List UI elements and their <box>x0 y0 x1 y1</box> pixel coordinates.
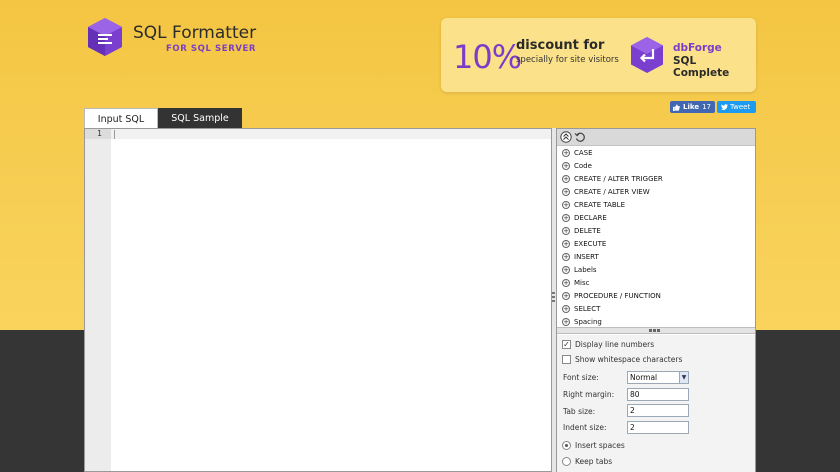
expand-icon[interactable]: + <box>562 252 570 261</box>
tree-item-create-table[interactable]: + CREATE TABLE <box>557 198 755 211</box>
promo-subline: specially for site visitors <box>516 55 619 65</box>
reset-icon[interactable] <box>574 131 586 143</box>
active-line-highlight <box>111 129 551 139</box>
text-caret <box>114 130 115 139</box>
show-whitespace-option[interactable]: Show whitespace characters <box>562 355 682 364</box>
sql-input-editor[interactable]: 1 <box>84 128 552 472</box>
expand-icon[interactable]: + <box>562 317 570 326</box>
expand-icon[interactable]: + <box>562 265 570 274</box>
tree-item-label: Spacing <box>574 317 602 326</box>
tab-input-sql[interactable]: Input SQL <box>84 108 158 129</box>
tree-item-label: INSERT <box>574 252 599 261</box>
expand-icon[interactable]: + <box>562 200 570 209</box>
tree-item-insert[interactable]: + INSERT <box>557 250 755 263</box>
tweet-button[interactable]: Tweet <box>717 101 756 113</box>
format-options-panel: + CASE + Code + CREATE / ALTER TRIGGER + CRE… <box>556 128 756 472</box>
like-label: Like <box>683 103 700 111</box>
tree-item-declare[interactable]: + DECLARE <box>557 211 755 224</box>
expand-icon[interactable]: + <box>562 161 570 170</box>
promo-product: SQL Complete <box>673 55 730 79</box>
tree-item-label: PROCEDURE / FUNCTION <box>574 291 661 300</box>
tab-size-input[interactable]: 2 <box>627 404 689 417</box>
promo-brand: dbForge <box>673 42 722 54</box>
dbforge-logo-icon <box>631 37 663 73</box>
tree-item-label: CREATE / ALTER TRIGGER <box>574 174 663 183</box>
expand-icon[interactable]: + <box>562 291 570 300</box>
line-number: 1 <box>85 129 111 139</box>
tree-item-label: Code <box>574 161 592 170</box>
tree-item-procedure-function[interactable]: + PROCEDURE / FUNCTION <box>557 289 755 302</box>
tree-item-delete[interactable]: + DELETE <box>557 224 755 237</box>
promo-percent: 10% <box>453 38 522 76</box>
logo-title: SQL Formatter <box>133 23 257 43</box>
insert-spaces-label: Insert spaces <box>575 441 625 450</box>
display-line-numbers-label: Display line numbers <box>575 340 655 349</box>
expand-icon[interactable]: + <box>562 278 570 287</box>
expand-icon[interactable]: + <box>562 174 570 183</box>
tree-item-create-alter-trigger[interactable]: + CREATE / ALTER TRIGGER <box>557 172 755 185</box>
line-number-gutter <box>85 129 111 471</box>
keep-tabs-option[interactable]: Keep tabs <box>562 457 612 466</box>
tweet-label: Tweet <box>730 103 751 111</box>
expand-icon[interactable]: + <box>562 226 570 235</box>
format-category-tree: + CASE + Code + CREATE / ALTER TRIGGER + CRE… <box>557 146 755 326</box>
tree-item-select[interactable]: + SELECT <box>557 302 755 315</box>
font-size-select[interactable]: Normal ▼ <box>627 371 689 384</box>
indent-size-label: Indent size: <box>563 423 607 432</box>
thumbs-up-icon <box>673 103 680 111</box>
tree-item-label: CASE <box>574 148 593 157</box>
tree-item-misc[interactable]: + Misc <box>557 276 755 289</box>
tree-item-case[interactable]: + CASE <box>557 146 755 159</box>
expand-icon[interactable]: + <box>562 213 570 222</box>
tree-item-label: DELETE <box>574 226 601 235</box>
tree-item-label: SELECT <box>574 304 601 313</box>
tree-item-label: CREATE TABLE <box>574 200 625 209</box>
right-margin-input[interactable]: 80 <box>627 388 689 401</box>
expand-icon[interactable]: + <box>562 239 570 248</box>
show-whitespace-checkbox[interactable] <box>562 355 571 364</box>
font-size-label: Font size: <box>563 373 599 382</box>
chevron-down-icon[interactable]: ▼ <box>679 372 688 383</box>
tab-size-label: Tab size: <box>563 407 596 416</box>
keep-tabs-radio[interactable] <box>562 457 571 466</box>
display-line-numbers-option[interactable]: ✓ Display line numbers <box>562 340 654 349</box>
expand-icon[interactable]: + <box>562 148 570 157</box>
show-whitespace-label: Show whitespace characters <box>575 355 683 364</box>
right-margin-label: Right margin: <box>563 390 615 399</box>
tree-item-labels[interactable]: + Labels <box>557 263 755 276</box>
horizontal-splitter[interactable] <box>557 327 755 334</box>
twitter-bird-icon <box>721 104 728 110</box>
tree-item-code[interactable]: + Code <box>557 159 755 172</box>
logo-subtitle: FOR SQL SERVER <box>166 44 257 54</box>
expand-icon[interactable]: + <box>562 187 570 196</box>
site-logo[interactable]: SQL Formatter FOR SQL SERVER <box>87 17 256 57</box>
keep-tabs-label: Keep tabs <box>575 457 613 466</box>
like-count: 17 <box>702 103 711 111</box>
tab-sql-sample[interactable]: SQL Sample <box>158 108 242 129</box>
tree-item-create-alter-view[interactable]: + CREATE / ALTER VIEW <box>557 185 755 198</box>
editor-options: ✓ Display line numbers Show whitespace c… <box>557 335 755 472</box>
display-line-numbers-checkbox[interactable]: ✓ <box>562 340 571 349</box>
tree-item-label: EXECUTE <box>574 239 607 248</box>
tree-item-label: CREATE / ALTER VIEW <box>574 187 650 196</box>
expand-icon[interactable]: + <box>562 304 570 313</box>
facebook-like-button[interactable]: Like 17 <box>670 101 715 113</box>
tree-item-label: DECLARE <box>574 213 607 222</box>
promo-headline: discount for <box>516 38 605 53</box>
tree-item-label: Misc <box>574 278 590 287</box>
tree-item-spacing[interactable]: + Spacing <box>557 315 755 326</box>
font-size-value: Normal <box>630 373 658 382</box>
panel-toolbar <box>557 129 755 146</box>
collapse-all-icon[interactable] <box>560 131 572 143</box>
tree-item-label: Labels <box>574 265 597 274</box>
promo-banner[interactable]: 10% discount for specially for site visi… <box>441 18 756 92</box>
sql-formatter-logo-icon <box>88 18 122 56</box>
splitter-grip-icon[interactable] <box>649 329 660 332</box>
tree-item-execute[interactable]: + EXECUTE <box>557 237 755 250</box>
indent-size-input[interactable]: 2 <box>627 421 689 434</box>
insert-spaces-option[interactable]: Insert spaces <box>562 441 625 450</box>
insert-spaces-radio[interactable] <box>562 441 571 450</box>
